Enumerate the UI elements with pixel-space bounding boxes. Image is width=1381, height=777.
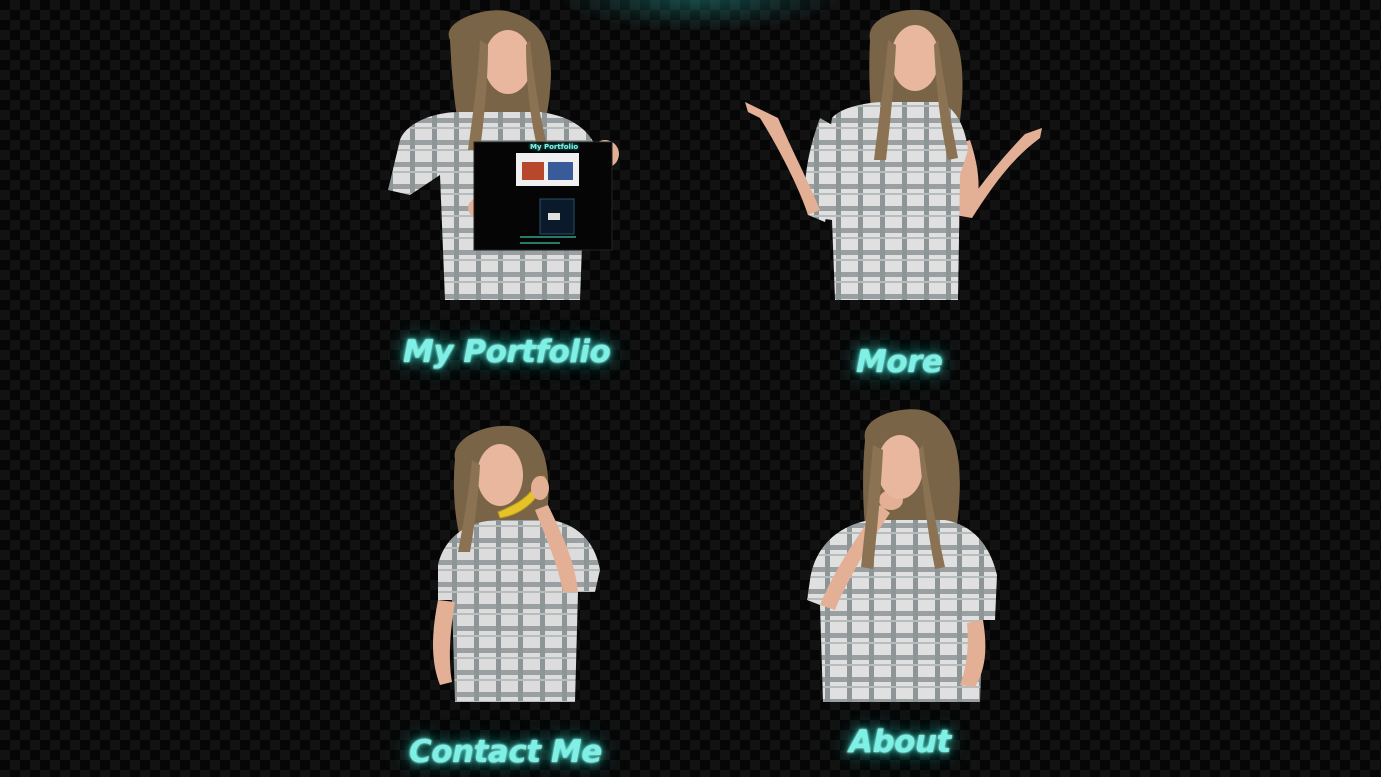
tile-label-about: About — [849, 724, 951, 760]
tile-more[interactable]: More — [740, 0, 1060, 385]
tile-contact-me[interactable]: Contact Me — [400, 420, 620, 777]
tile-label-my-portfolio: My Portfolio — [403, 334, 611, 370]
tile-my-portfolio[interactable]: My Portfolio My Portfolio — [380, 0, 640, 385]
tile-label-more: More — [856, 344, 943, 380]
person-holding-portfolio-photo — [388, 10, 619, 300]
person-shrugging-photo — [745, 9, 1042, 300]
person-banana-phone-photo — [433, 425, 600, 702]
portfolio-sign-title: My Portfolio — [530, 143, 579, 151]
person-thinking-photo — [807, 409, 997, 702]
tile-about[interactable]: About — [795, 405, 1015, 777]
tile-label-contact-me: Contact Me — [409, 734, 602, 770]
